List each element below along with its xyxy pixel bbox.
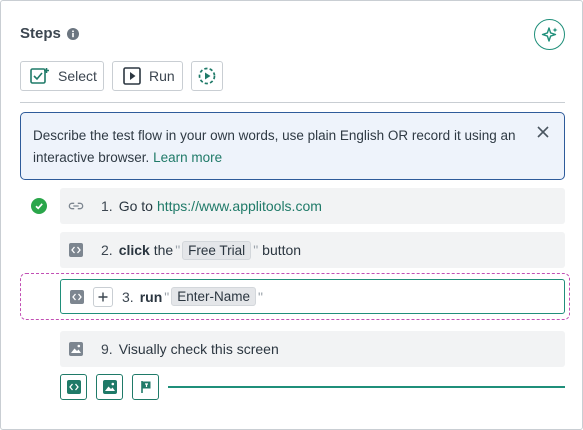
plus-icon (98, 292, 108, 301)
step-connector: the (153, 242, 174, 258)
close-quote: " (258, 288, 263, 305)
code-icon (69, 289, 85, 305)
add-checkpoint-button[interactable] (132, 374, 159, 400)
add-step-button[interactable] (93, 286, 113, 307)
close-quote: " (253, 242, 259, 258)
step-value-chip[interactable]: Enter-Name (171, 287, 257, 306)
add-visual-check-button[interactable] (96, 374, 123, 400)
step-text: Visually check this screen (118, 341, 279, 357)
select-button[interactable]: Select (20, 61, 104, 91)
step-keyword: click (118, 242, 150, 258)
step-row-9[interactable]: 9. Visually check this screen (60, 331, 565, 367)
step-row-1[interactable]: 1. Go to https://www.applitools.com (60, 188, 565, 224)
step-url-link[interactable]: https://www.applitools.com (157, 198, 322, 214)
record-replay-icon (198, 67, 216, 85)
link-icon (68, 198, 84, 214)
step-suffix: button (262, 242, 302, 258)
info-icon[interactable] (67, 28, 79, 40)
toolbar-divider (20, 102, 565, 103)
play-icon (123, 67, 141, 85)
step-number: 9. (101, 341, 113, 357)
select-button-label: Select (58, 68, 97, 84)
step-row-3[interactable]: 3. run " Enter-Name " (60, 279, 565, 314)
step-number: 3. (122, 288, 134, 305)
image-icon (68, 341, 84, 357)
open-quote: " (164, 288, 170, 305)
learn-more-link[interactable]: Learn more (153, 150, 222, 165)
step-text: Go to (118, 198, 153, 214)
flag-icon (140, 381, 150, 393)
code-icon (68, 242, 84, 258)
run-button[interactable]: Run (112, 61, 183, 91)
step-number: 1. (101, 198, 113, 214)
image-icon (102, 380, 117, 394)
step-value-chip[interactable]: Free Trial (182, 240, 252, 260)
open-quote: " (175, 242, 181, 258)
banner-text: Describe the test flow in your own words… (33, 128, 516, 165)
step-number: 2. (101, 242, 113, 258)
sparkle-icon (541, 26, 557, 42)
select-add-icon (30, 68, 49, 84)
step-keyword: run (139, 288, 163, 305)
step-passed-check-icon (31, 198, 47, 214)
record-button[interactable] (191, 61, 223, 91)
info-banner: Describe the test flow in your own words… (20, 112, 565, 180)
step-row-2[interactable]: 2. click the " Free Trial " button (60, 232, 565, 268)
panel-title: Steps (20, 25, 61, 42)
add-step-divider (168, 386, 565, 388)
add-code-step-button[interactable] (60, 374, 87, 400)
steps-panel: Steps Select Run Describe the test flow … (0, 0, 583, 430)
run-button-label: Run (149, 68, 175, 84)
close-icon[interactable] (536, 125, 550, 139)
code-icon (66, 380, 81, 394)
ai-sparkle-button[interactable] (534, 19, 565, 50)
